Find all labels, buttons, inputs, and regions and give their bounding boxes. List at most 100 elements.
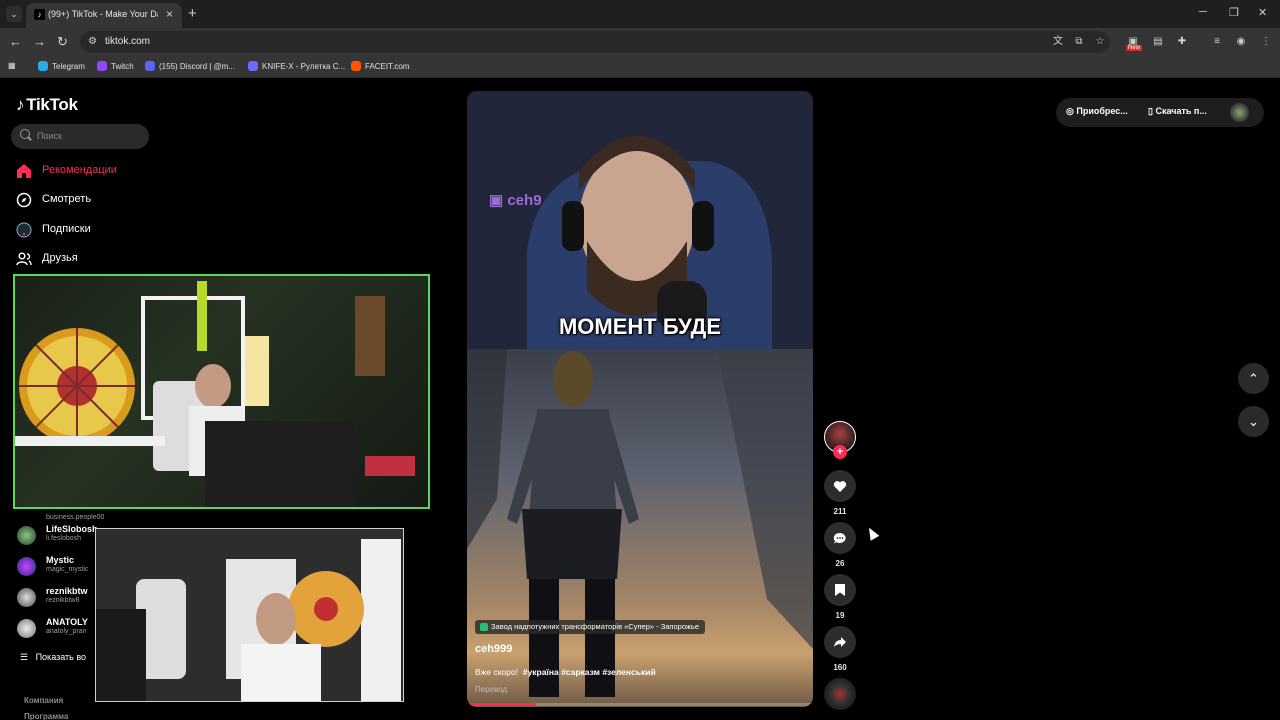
get-coins-button[interactable]: ◎ Приобрес... [1066,106,1128,117]
extension-icon[interactable]: ▤ [1152,36,1164,48]
video-description: Вже скоро! #україна #сарказм #зеленський [475,667,656,677]
apps-grid-icon[interactable]: ▦ [8,61,16,70]
back-arrow-icon[interactable]: ← [9,34,22,49]
url-text[interactable]: tiktok.com [105,36,150,47]
forward-arrow-icon[interactable]: → [33,34,46,49]
translate-icon[interactable]: 文 [1052,36,1064,48]
window-close-button[interactable]: ✕ [1258,6,1267,19]
show-more-button[interactable]: ☰ Показать во [20,652,86,663]
browser-toolbar: ← → ↻ ⚙ tiktok.com 文 ⧉ ☆ ▣ New ▤ ✚ ≡ ◉ ⋮ [0,28,1280,56]
streamer-webcam-overlay [13,274,430,509]
bookmark-twitch[interactable]: Twitch [97,61,134,71]
search-input[interactable]: Поиск [11,124,149,149]
list-icon: ☰ [20,652,36,662]
account-handle: reznikbtw8 [46,597,80,604]
profile-icon[interactable]: ◉ [1235,36,1247,48]
user-avatar[interactable] [1230,103,1249,122]
download-app-button[interactable]: ▯ Скачать п... [1148,106,1207,117]
save-count: 19 [835,611,845,620]
window-restore-button[interactable]: ❐ [1229,6,1239,19]
like-count: 211 [833,507,847,516]
site-info-icon[interactable]: ⚙ [88,36,97,47]
music-disc-icon[interactable] [824,678,856,710]
browser-tab-active[interactable]: ♪ (99+) TikTok - Make Your Da × [26,3,182,28]
account-handle: li.feslobosh [46,535,82,542]
share-button[interactable] [824,626,856,658]
share-count: 160 [833,663,847,672]
footer-link-program[interactable]: Программа [24,712,68,720]
install-app-icon[interactable]: ⧉ [1073,36,1085,48]
account-handle: magic_mystic [46,566,89,573]
tiktok-note-icon: ♪ [16,95,25,114]
friends-icon [16,252,32,266]
streamer-webcam-overlay-secondary [95,528,404,702]
twitch-icon [97,61,107,71]
comment-count: 26 [835,559,845,568]
video-progress-bar[interactable] [467,703,813,706]
new-tab-button[interactable]: + [188,5,197,22]
window-minimize-button[interactable]: ─ [1199,6,1207,18]
previous-video-button[interactable]: ⌃ [1238,363,1269,394]
location-pin-icon [480,623,488,631]
discord-icon [145,61,155,71]
tiktok-logo[interactable]: ♪ TikTok [16,95,78,115]
account-handle: anatoly_pran [46,628,87,635]
hashtag-link[interactable]: #україна [523,667,559,677]
video-caption-overlay: МОМЕНТ БУДЕ [558,314,722,339]
bookmark-star-icon[interactable]: ☆ [1094,36,1106,48]
browser-tab-strip: ⌄ ♪ (99+) TikTok - Make Your Da × + ─ ❐ … [0,0,1280,28]
translate-link[interactable]: Перевод [475,685,507,694]
tiktok-favicon-icon: ♪ [34,9,45,20]
account-name: LifeSlobosh [46,524,98,534]
compass-icon [16,192,32,208]
extensions-puzzle-icon[interactable]: ✚ [1176,36,1188,48]
tab-search-button[interactable]: ⌄ [6,6,22,22]
next-video-button[interactable]: ⌄ [1238,406,1269,437]
hashtag-link[interactable]: #сарказм [561,667,600,677]
extension-new-badge: New [1126,45,1143,51]
follow-plus-icon[interactable]: + [833,445,847,459]
account-handle: business.people00 [46,514,105,521]
video-top-frame: ▣ ceh9 МОМЕНТ БУДЕ [467,91,813,349]
avatar [17,557,36,576]
bookmark-faceit[interactable]: FACEIT.com [351,61,409,71]
webcam-scene-image [15,281,415,507]
location-chip[interactable]: Завод надпотужних трансформаторів «Супер… [475,620,705,634]
comment-button[interactable] [824,522,856,554]
streamer-frame-image [467,91,813,349]
bookmarks-bar: ▦ Telegram Twitch (155) Discord | @m... … [0,56,1280,78]
video-player[interactable]: ▣ ceh9 МОМЕНТ БУДЕ Завод надпотужних тра… [467,91,813,707]
webcam-scene-image [96,529,403,701]
tab-title: (99+) TikTok - Make Your Da [48,9,158,19]
comment-icon [833,532,846,544]
menu-kebab-icon[interactable]: ⋮ [1260,36,1272,48]
hashtag-link[interactable]: #зеленський [602,667,655,677]
bookmark-icon [835,584,845,596]
reload-icon[interactable]: ↻ [57,34,68,50]
footer-link-company[interactable]: Компания [24,696,63,705]
save-button[interactable] [824,574,856,606]
bookmark-knifex[interactable]: KNIFE-X - Рулетка С... [248,61,345,71]
share-arrow-icon [834,637,846,647]
telegram-icon [38,61,48,71]
game-character-image [467,349,813,697]
chevron-down-icon: ⌄ [1248,414,1259,429]
address-bar[interactable]: ⚙ tiktok.com 文 ⧉ ☆ [80,31,1110,53]
chevron-up-icon: ⌃ [1248,371,1259,386]
heart-icon [833,481,847,492]
search-placeholder: Поиск [37,131,62,141]
like-button[interactable] [824,470,856,502]
knifex-icon [248,61,258,71]
home-icon [17,164,31,178]
search-icon [20,129,30,139]
bookmark-discord[interactable]: (155) Discord | @m... [145,61,235,71]
bookmark-telegram[interactable]: Telegram [38,61,85,71]
top-right-actions: ◎ Приобрес... ▯ Скачать п... [1056,98,1264,127]
media-controls-icon[interactable]: ≡ [1211,36,1223,48]
mouse-cursor-icon [864,525,880,541]
tab-close-icon[interactable]: × [166,7,173,21]
video-author[interactable]: ceh999 [475,643,512,655]
twitch-icon: ▣ [489,192,508,209]
account-name: Mystic [46,555,75,565]
video-progress-fill [467,703,537,706]
